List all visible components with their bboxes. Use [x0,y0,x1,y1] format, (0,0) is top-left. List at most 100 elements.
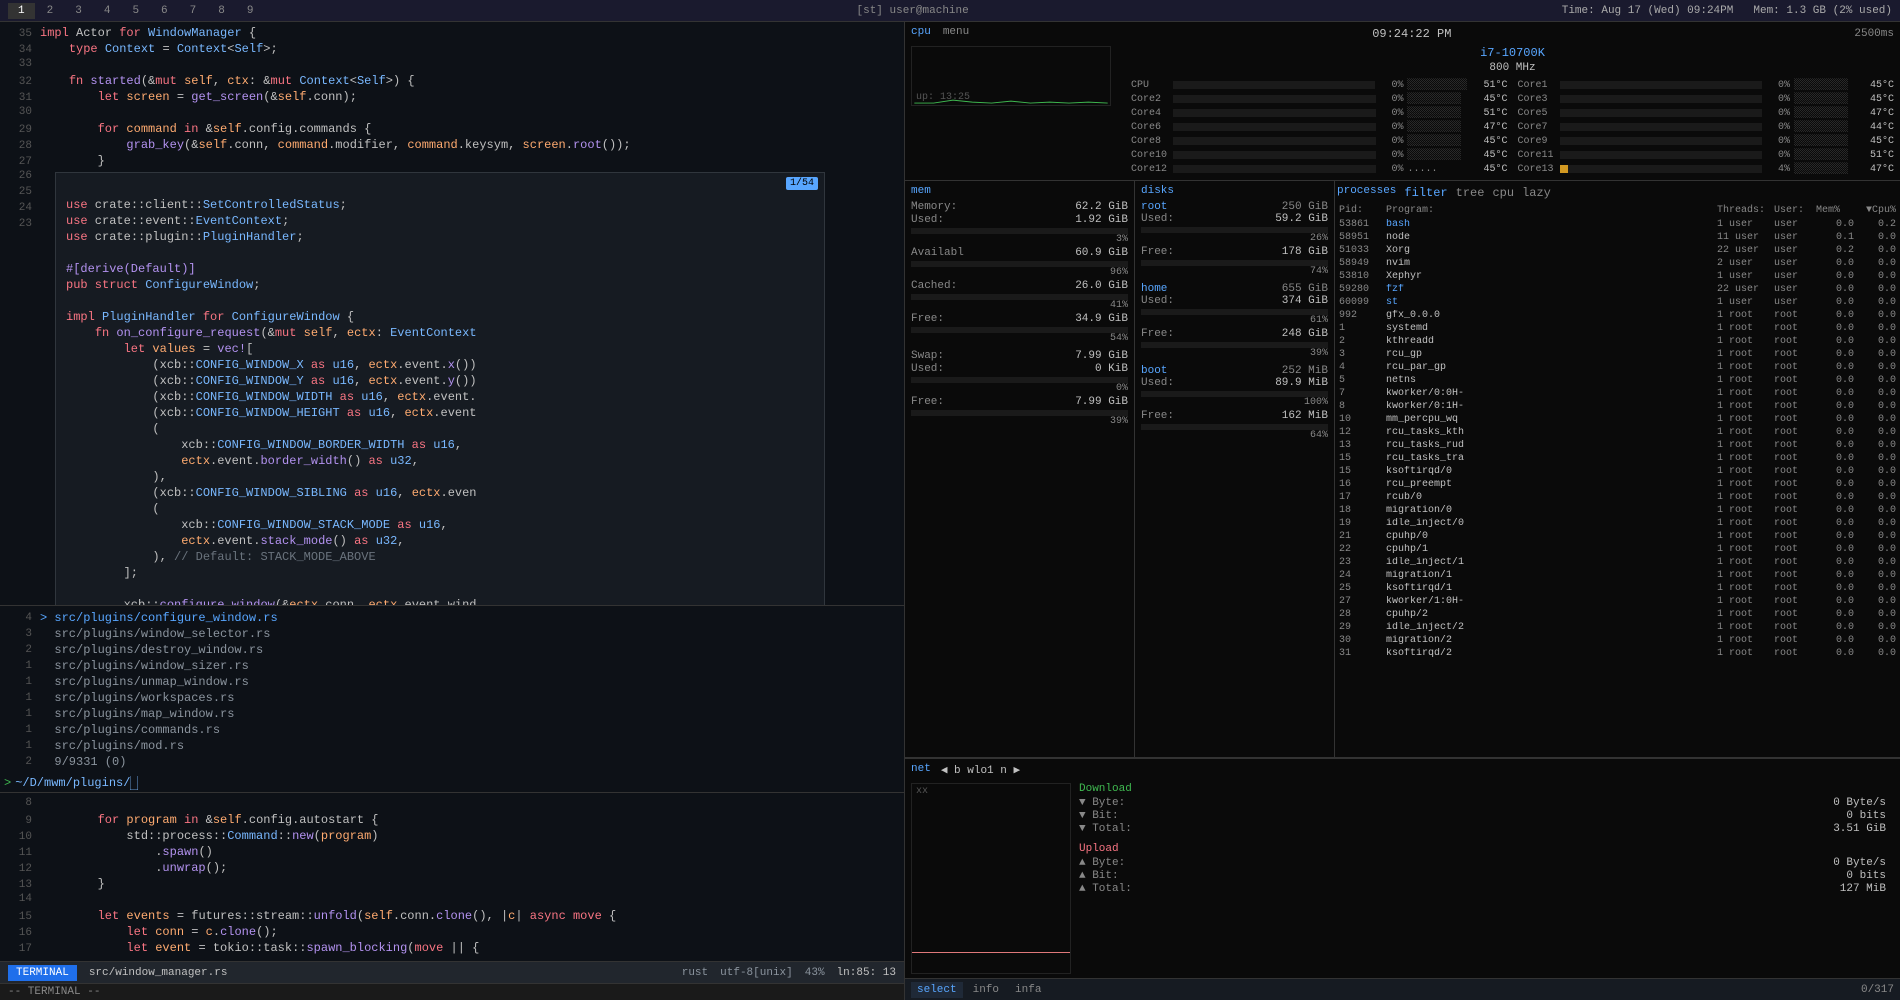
proc-row[interactable]: 15 ksoftirqd/0 1 root root 0.0 0.0 [1337,465,1898,478]
proc-row[interactable]: 1 systemd 1 root root 0.0 0.0 [1337,322,1898,335]
file-list-area: 4 > src/plugins/configure_window.rs 3 sr… [0,605,904,774]
proc-row[interactable]: 8 kworker/0:1H- 1 root root 0.0 0.0 [1337,400,1898,413]
bottom-tab-info[interactable]: info [967,982,1005,998]
net-iface[interactable]: ◀ b wlo1 n ▶ [941,763,1020,779]
core-row-6: Core6 0% ░░░░░░░░░ 47°C [1131,120,1508,134]
tab-8[interactable]: 8 [208,3,235,19]
proc-lazy-tab[interactable]: lazy [1522,186,1551,200]
proc-row[interactable]: 31 ksoftirqd/2 1 root root 0.0 0.0 [1337,647,1898,660]
tab-6[interactable]: 6 [151,3,178,19]
proc-row[interactable]: 3 rcu_gp 1 root root 0.0 0.0 [1337,348,1898,361]
net-content: xx Download ▼ Byte: 0 Byte/s ▼ Bit: 0 bi… [911,783,1894,974]
proc-row[interactable]: 13 rcu_tasks_rud 1 root root 0.0 0.0 [1337,439,1898,452]
disk-boot: boot 252 MiB Used: 89.9 MiB 100% Free: 1… [1141,365,1328,441]
proc-row[interactable]: 58951 node 11 user user 0.1 0.0 [1337,231,1898,244]
net-dl-bit: ▼ Bit: 0 bits [1079,810,1886,822]
core-row-11: Core11 0% ░░░░░░░░░ 51°C [1518,148,1895,162]
proc-row[interactable]: 23 idle_inject/1 1 root root 0.0 0.0 [1337,556,1898,569]
code-line: 31 let screen = get_screen(&self.conn); [0,90,904,106]
proc-row[interactable]: 53810 Xephyr 1 user user 0.0 0.0 [1337,270,1898,283]
proc-row[interactable]: 15 rcu_tasks_tra 1 root root 0.0 0.0 [1337,452,1898,465]
tab-3[interactable]: 3 [65,3,92,19]
mem-row-memory: Memory: 62.2 GiB [911,201,1128,213]
code-line: 11 .spawn() [0,845,904,861]
proc-row[interactable]: 24 migration/1 1 root root 0.0 0.0 [1337,569,1898,582]
mem-row-avail: Availabl 60.9 GiB [911,247,1128,259]
proc-row[interactable]: 29 idle_inject/2 1 root root 0.0 0.0 [1337,621,1898,634]
core-row-9: Core9 0% ░░░░░░░░░ 45°C [1518,134,1895,148]
proc-row[interactable]: 18 migration/0 1 root root 0.0 0.0 [1337,504,1898,517]
proc-filter-tab[interactable]: filter [1404,186,1447,200]
proc-row[interactable]: 16 rcu_preempt 1 root root 0.0 0.0 [1337,478,1898,491]
cpu-graph-area: up: 13:25 [911,46,1111,106]
proc-row[interactable]: 19 idle_inject/0 1 root root 0.0 0.0 [1337,517,1898,530]
proc-row[interactable]: 60099 st 1 user user 0.0 0.0 [1337,296,1898,309]
code-line: 14 [0,893,904,909]
code-line: 30 [0,106,904,122]
proc-row[interactable]: 27 kworker/1:0H- 1 root root 0.0 0.0 [1337,595,1898,608]
proc-row[interactable]: 10 mm_percpu_wq 1 root root 0.0 0.0 [1337,413,1898,426]
download-label: Download [1079,783,1886,795]
proc-row[interactable]: 51033 Xorg 22 user user 0.2 0.0 [1337,244,1898,257]
cpu-info-grid: up: 13:25 i7-10700K 800 MHz CPU 0% [911,46,1894,176]
tab-7[interactable]: 7 [180,3,207,19]
tab-2[interactable]: 2 [37,3,64,19]
proc-tree-tab[interactable]: tree [1456,186,1485,200]
code-line: 17 let event = tokio::task::spawn_blocki… [0,941,904,957]
proc-row[interactable]: 53861 bash 1 user user 0.0 0.2 [1337,218,1898,231]
net-graph-svg [912,784,1070,973]
tab-5[interactable]: 5 [122,3,149,19]
file-item[interactable]: 1 src/plugins/map_window.rs [0,706,904,722]
file-item[interactable]: 1 src/plugins/mod.rs [0,738,904,754]
menu-tab[interactable]: menu [943,26,969,38]
terminal-status: -- TERMINAL -- [0,983,904,1000]
cpu-time: 09:24:22 PM [1372,27,1451,41]
mem-title: mem [911,185,1128,197]
proc-row[interactable]: 5 netns 1 root root 0.0 0.0 [1337,374,1898,387]
bottom-tab-select[interactable]: select [911,982,963,998]
net-ul-bit: ▲ Bit: 0 bits [1079,870,1886,882]
file-item[interactable]: 1 src/plugins/unmap_window.rs [0,674,904,690]
tab-1[interactable]: 1 [8,3,35,19]
mem-bar-swap-free: 39% [911,410,1128,427]
proc-row[interactable]: 4 rcu_par_gp 1 root root 0.0 0.0 [1337,361,1898,374]
code-line: 10 std::process::Command::new(program) [0,829,904,845]
bottom-code-area: 8 9 for program in &self.config.autostar… [0,792,904,961]
code-line: 28 grab_key(&self.conn, command.modifier… [0,138,904,154]
proc-row[interactable]: 59280 fzf 22 user user 0.0 0.0 [1337,283,1898,296]
code-line: 12 .unwrap(); [0,861,904,877]
proc-row[interactable]: 992 gfx_0.0.0 1 root root 0.0 0.0 [1337,309,1898,322]
proc-row[interactable]: 58949 nvim 2 user user 0.0 0.0 [1337,257,1898,270]
proc-row[interactable]: 17 rcub/0 1 root root 0.0 0.0 [1337,491,1898,504]
cpu-interval: 2500ms [1854,28,1894,40]
proc-list: 53861 bash 1 user user 0.0 0.2 58951 nod… [1337,218,1898,660]
file-item[interactable]: 3 src/plugins/window_selector.rs [0,626,904,642]
proc-row[interactable]: 28 cpuhp/2 1 root root 0.0 0.0 [1337,608,1898,621]
workspace-tabs[interactable]: 1 2 3 4 5 6 7 8 9 [8,3,263,19]
code-line: 13 } [0,877,904,893]
tab-9[interactable]: 9 [237,3,264,19]
file-item: 2 9/9331 (0) [0,754,904,770]
file-item[interactable]: 2 src/plugins/destroy_window.rs [0,642,904,658]
proc-row[interactable]: 12 rcu_tasks_kth 1 root root 0.0 0.0 [1337,426,1898,439]
proc-row[interactable]: 22 cpuhp/1 1 root root 0.0 0.0 [1337,543,1898,556]
mem-row-swap-free: Free: 7.99 GiB [911,396,1128,408]
proc-row[interactable]: 7 kworker/0:0H- 1 root root 0.0 0.0 [1337,387,1898,400]
proc-row[interactable]: 25 ksoftirqd/1 1 root root 0.0 0.0 [1337,582,1898,595]
proc-row[interactable]: 2 kthreadd 1 root root 0.0 0.0 [1337,335,1898,348]
file-item[interactable]: 1 src/plugins/commands.rs [0,722,904,738]
file-item[interactable]: 4 > src/plugins/configure_window.rs [0,610,904,626]
proc-row[interactable]: 30 migration/2 1 root root 0.0 0.0 [1337,634,1898,647]
processes-section: processes filter tree cpu lazy Pid: Prog… [1335,181,1900,757]
file-item[interactable]: 1 src/plugins/workspaces.rs [0,690,904,706]
bottom-tabs[interactable]: select info infa [911,982,1047,998]
proc-cpu-tab[interactable]: cpu [1492,186,1514,200]
file-item[interactable]: 1 src/plugins/window_sizer.rs [0,658,904,674]
cpu-tab[interactable]: cpu [911,26,931,38]
code-line: 15 let events = futures::stream::unfold(… [0,909,904,925]
bottom-tab-infa[interactable]: infa [1009,982,1047,998]
proc-row[interactable]: 21 cpuhp/0 1 root root 0.0 0.0 [1337,530,1898,543]
mem-row-cached: Cached: 26.0 GiB [911,280,1128,292]
upload-label: Upload [1079,843,1886,855]
tab-4[interactable]: 4 [94,3,121,19]
